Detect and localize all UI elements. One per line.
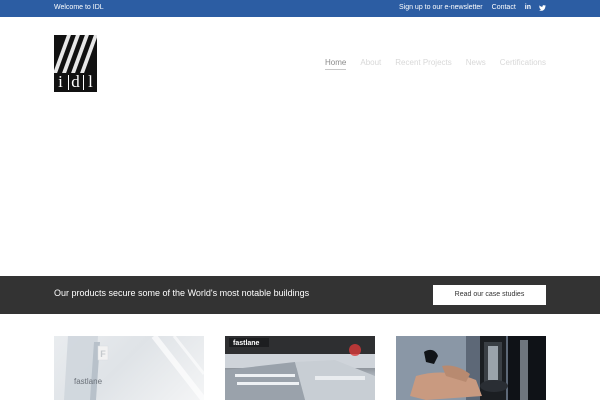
tile1-label: fastlane (74, 377, 103, 386)
glass-gate-image: F fastlane (64, 336, 204, 400)
tile1-logo: F (100, 349, 106, 359)
top-bar: Welcome to IDL Sign up to our e-newslett… (0, 0, 600, 17)
top-bar-links: Sign up to our e-newsletter Contact in (390, 4, 546, 11)
main-nav: Home About Recent Projects News Certific… (311, 58, 546, 70)
logo-letter-l: l (88, 72, 93, 91)
welcome-text: Welcome to IDL (54, 4, 104, 11)
logo-letter-i: i (58, 72, 63, 91)
logo-letter-d: d (71, 72, 80, 91)
mechanism-image (396, 336, 546, 400)
nav-certifications[interactable]: Certifications (500, 58, 546, 70)
tile2-label: fastlane (233, 340, 260, 347)
idl-logo[interactable]: i d l (54, 35, 97, 92)
nav-recent-projects[interactable]: Recent Projects (395, 58, 451, 70)
nav-news[interactable]: News (466, 58, 486, 70)
twitter-icon[interactable] (539, 4, 546, 11)
case-studies-banner: Our products secure some of the World's … (0, 276, 600, 314)
contact-link[interactable]: Contact (492, 4, 516, 11)
speed-gates-image: fastlane (225, 336, 375, 400)
banner-text: Our products secure some of the World's … (54, 288, 310, 298)
nav-home[interactable]: Home (325, 58, 347, 70)
product-tile-2[interactable]: fastlane (225, 336, 375, 400)
linkedin-icon[interactable]: in (525, 4, 531, 11)
product-tile-1[interactable]: F fastlane (54, 336, 204, 400)
nav-about[interactable]: About (360, 58, 381, 70)
case-studies-button[interactable]: Read our case studies (433, 285, 546, 305)
logo-letters: i d l (54, 71, 97, 92)
newsletter-link[interactable]: Sign up to our e-newsletter (399, 4, 483, 11)
product-tile-3[interactable] (396, 336, 546, 400)
